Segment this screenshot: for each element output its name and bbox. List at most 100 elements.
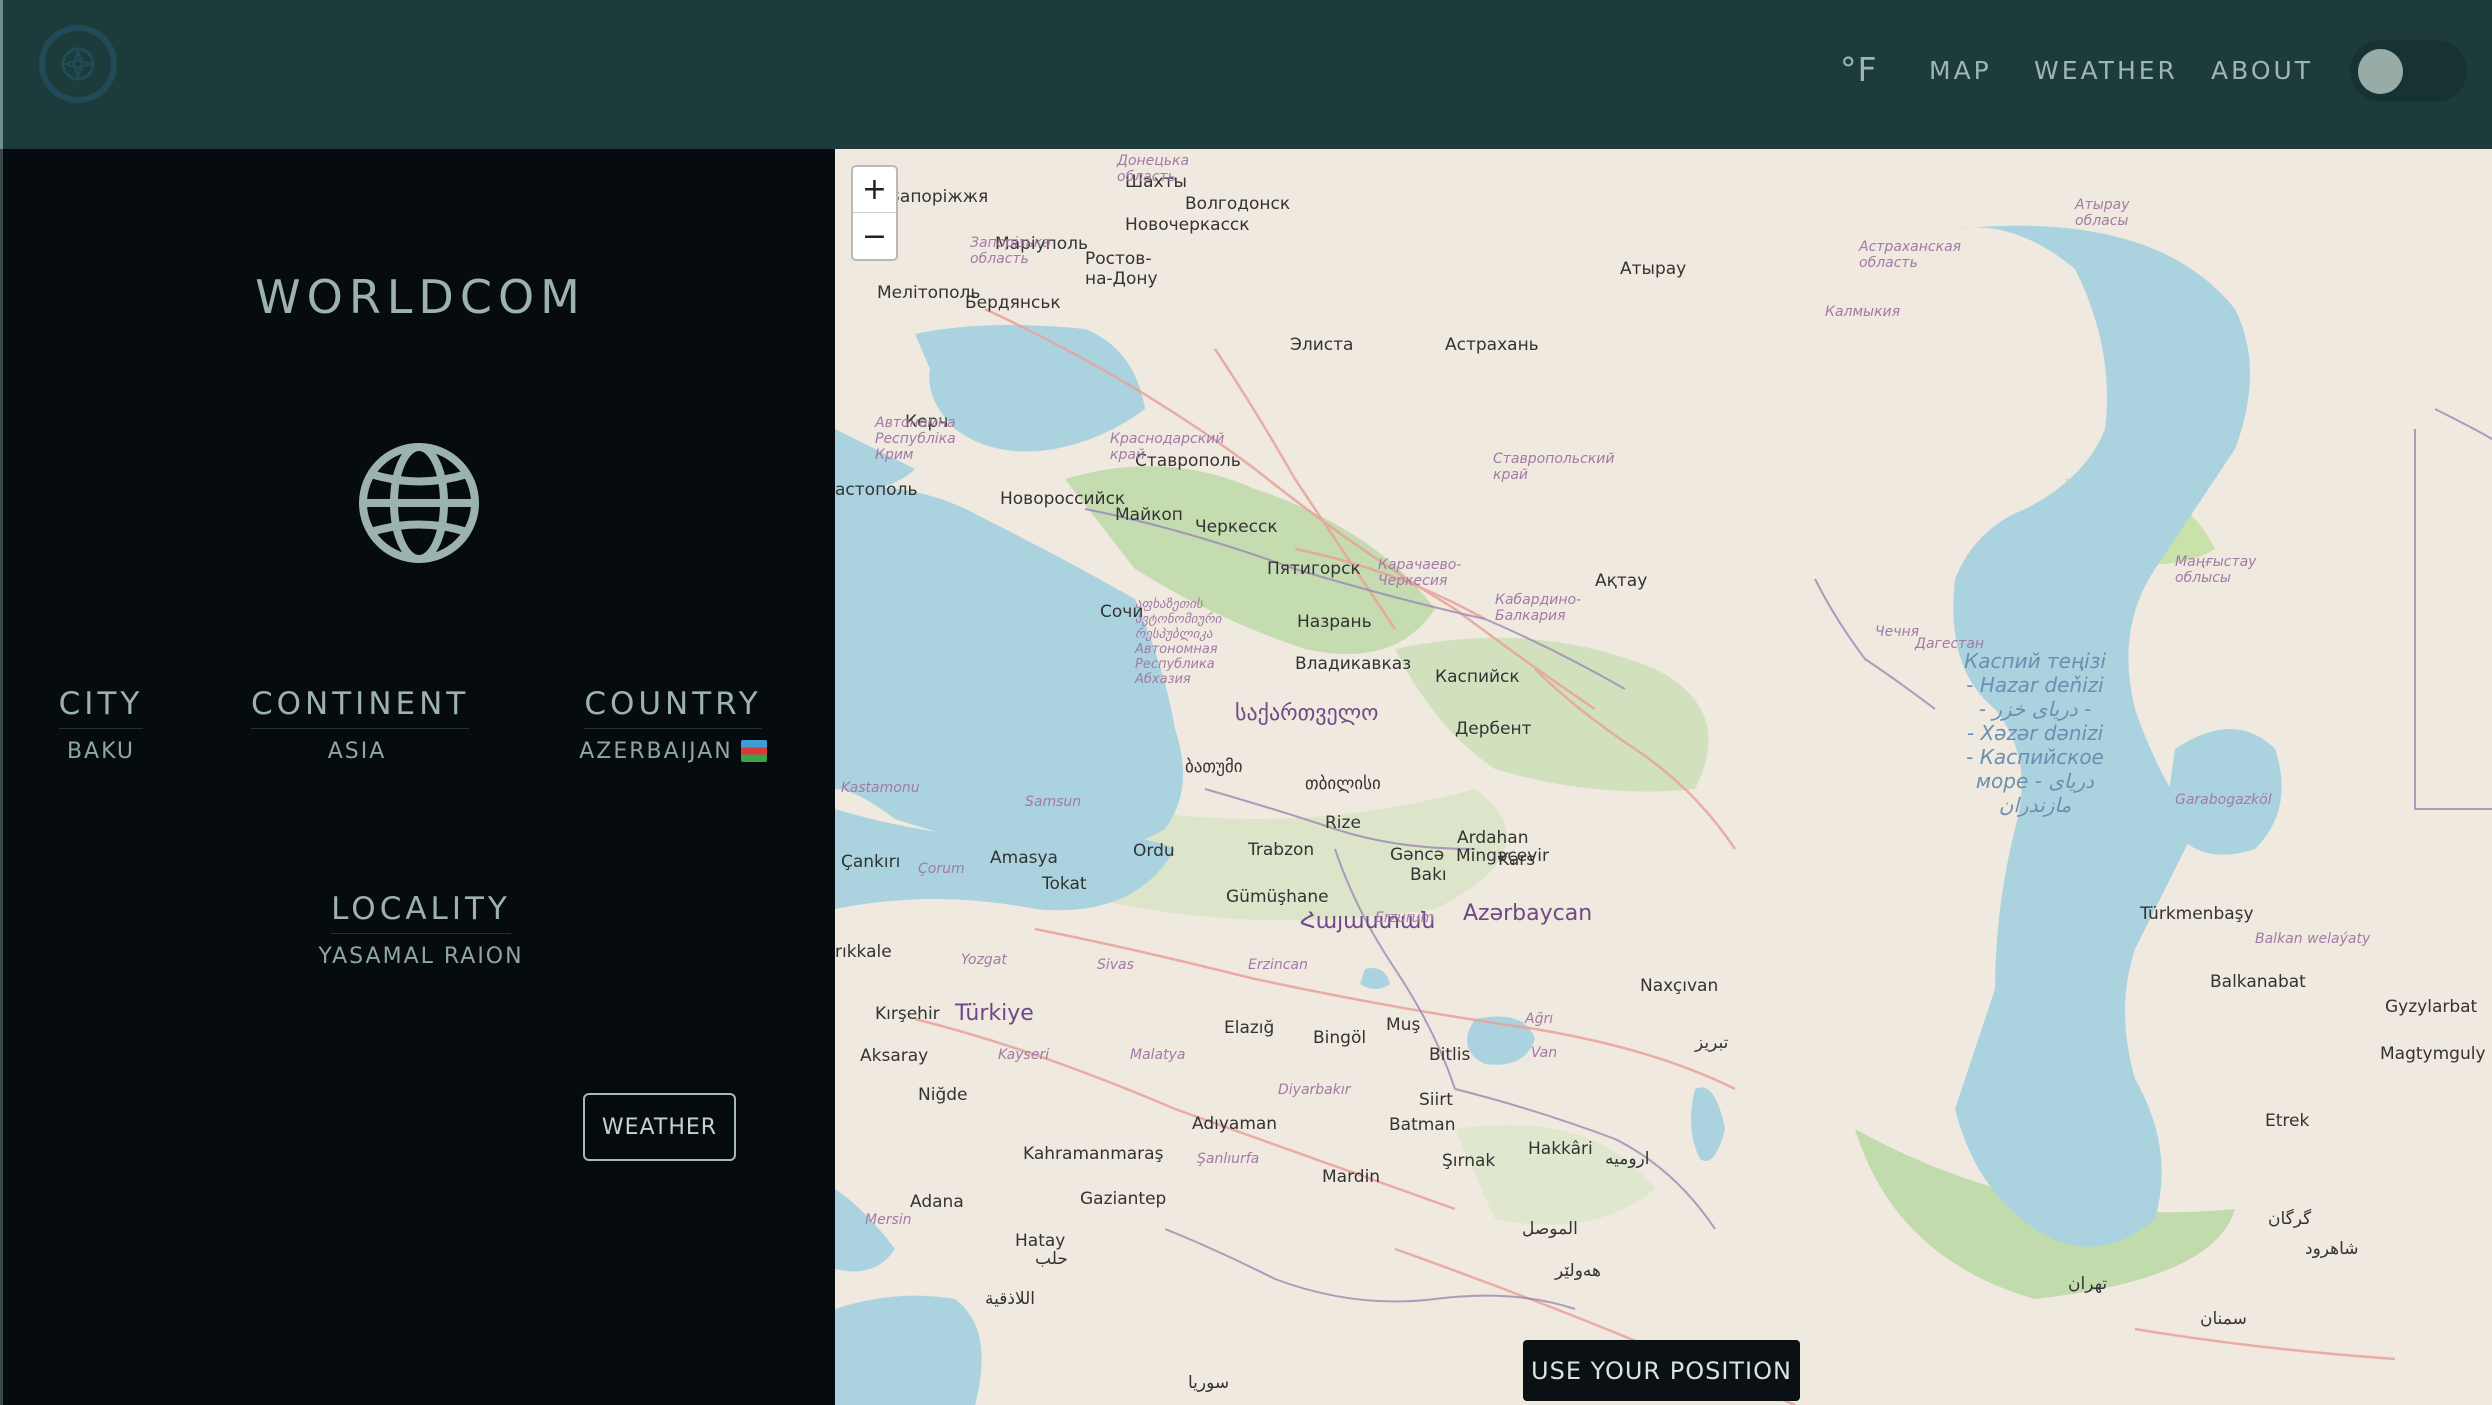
city-label: CITY — [58, 686, 144, 729]
theme-toggle[interactable] — [2350, 40, 2467, 102]
map-label-tbilisi: თბილისი — [1305, 774, 1381, 794]
map-label-adana: Adana — [910, 1192, 964, 1212]
map-label-erbil: ھەولێر — [1555, 1261, 1601, 1281]
locality-label: LOCALITY — [331, 891, 511, 934]
locality-value: YASAMAL RAION — [318, 944, 524, 969]
map-label-caspian: Каспий теңізі - Hazar deňizi - دریای خزر… — [1964, 649, 2106, 817]
map-label-shahrud: شاهرود — [2305, 1239, 2359, 1259]
map-label-gaziantep: Gaziantep — [1080, 1189, 1167, 1209]
map-label-agri: Ağrı — [1525, 1011, 1554, 1027]
map-background — [835, 149, 2492, 1405]
map-label-diyarbakir: Diyarbakır — [1278, 1082, 1351, 1098]
nav-about[interactable]: ABOUT — [2211, 56, 2313, 85]
map-label-malatya: Malatya — [1130, 1047, 1186, 1063]
nav-map[interactable]: MAP — [1929, 56, 1992, 85]
map-label-atyrau-obl: Атырау обласы — [2075, 197, 2130, 229]
brand-title: WORLDCOM — [255, 270, 586, 324]
zoom-out-button[interactable]: − — [853, 213, 896, 259]
map-label-corum: Çorum — [918, 861, 965, 877]
map-label-rostov: Ростов-на-Дону — [1085, 249, 1158, 289]
map-label-cherkessk: Черкесск — [1195, 517, 1278, 537]
map-label-hakkari: Hakkâri — [1528, 1139, 1593, 1159]
map-label-volgodonsk: Волгодонск — [1185, 194, 1291, 214]
map-label-trabzon: Trabzon — [1248, 840, 1315, 860]
map-label-pyatigorsk: Пятигорск — [1267, 559, 1361, 579]
map-label-zaporizhzhia-obl: Запорізька область — [970, 235, 1051, 267]
map-label-astrakhan-obl: Астраханская область — [1859, 239, 1962, 271]
map-label-hatay: Hatay — [1015, 1231, 1066, 1251]
country-value: AZERBAIJAN — [579, 739, 733, 764]
map-label-erzincan: Erzincan — [1248, 957, 1308, 973]
map-label-balkan-welayaty: Balkan welaýaty — [2255, 931, 2371, 947]
toggle-knob — [2358, 49, 2403, 94]
nav-weather[interactable]: WEATHER — [2034, 56, 2178, 85]
map-label-cankiri: Çankırı — [841, 852, 901, 872]
map-label-maykop: Майкоп — [1115, 505, 1183, 525]
azerbaijan-flag-icon — [740, 740, 767, 762]
map-label-melitopol: Мелітополь — [877, 283, 981, 303]
logo[interactable] — [39, 25, 117, 103]
map-label-rize: Rize — [1325, 813, 1361, 833]
map-label-gorgan: گرگان — [2268, 1209, 2312, 1229]
map-label-batman: Batman — [1389, 1115, 1456, 1135]
map-label-tabriz: تبریز — [1695, 1033, 1729, 1053]
map-label-siirt: Siirt — [1419, 1090, 1453, 1110]
continent-field: CONTINENT ASIA — [251, 686, 470, 764]
map-label-kbr: Кабардино- Балкария — [1495, 592, 1582, 624]
map-label-kchr: Карачаево- Черкесия — [1378, 557, 1462, 589]
map-label-dagestan: Дагестан — [1915, 636, 1985, 652]
globe-icon — [359, 443, 479, 563]
map-label-van: Van — [1531, 1045, 1558, 1061]
map-label-sirnak: Şırnak — [1442, 1151, 1496, 1171]
use-position-button[interactable]: USE YOUR POSITION — [1523, 1340, 1800, 1401]
map-label-zaporizhzhia: Запоріжжя — [889, 187, 989, 207]
map-label-mosul: الموصل — [1522, 1219, 1578, 1239]
map-label-batumi: ბათუმი — [1185, 757, 1243, 777]
map-label-etrek: Etrek — [2265, 1111, 2310, 1131]
map-label-novocherkassk: Новочеркасск — [1125, 215, 1250, 235]
map-label-gyzylarbat: Gyzylarbat — [2385, 997, 2478, 1017]
weather-button[interactable]: WEATHER — [583, 1093, 736, 1161]
map-label-magtymguly: Magtymguly — [2380, 1044, 2486, 1064]
continent-label: CONTINENT — [251, 686, 470, 729]
map-label-aktau: Ақтау — [1595, 571, 1648, 591]
location-sidebar: WORLDCOM CITY BAKU CONTINENT ASIA COUNTR… — [0, 149, 835, 1405]
map-label-ganca: Gəncə — [1390, 845, 1445, 865]
country-field: COUNTRY AZERBAIJAN — [563, 686, 783, 764]
zoom-in-button[interactable]: + — [853, 167, 896, 213]
map-label-tehran: تهران — [2068, 1274, 2108, 1294]
map-label-novorossiysk: Новороссийск — [1000, 489, 1126, 509]
map-label-ordu: Ordu — [1133, 841, 1175, 861]
map-label-kaspiysk: Каспийск — [1435, 667, 1520, 687]
map-label-kirsehir: Kırşehir — [875, 1004, 940, 1024]
map-label-erzurum: Erzurum — [1375, 910, 1435, 926]
map-label-donetsk-obl: Донецька область — [1117, 153, 1190, 185]
map-label-adiyaman: Adıyaman — [1192, 1114, 1278, 1134]
map-label-azerbaijan: Azərbaycan — [1463, 901, 1593, 926]
country-value-row: AZERBAIJAN — [563, 739, 783, 764]
map-label-kirikkale: rıkkale — [835, 942, 892, 962]
map-label-stavropol-krai: Ставропольский край — [1493, 451, 1615, 483]
map-label-sevastopol: астополь — [835, 480, 918, 500]
map-label-halab: حلب — [1035, 1249, 1068, 1269]
map-view[interactable]: Запоріжжя Маріуполь Ростов-на-Дону Волго… — [835, 149, 2492, 1405]
map-label-yozgat: Yozgat — [961, 952, 1007, 968]
map-label-turkmenbasy: Türkmenbaşy — [2140, 904, 2254, 924]
map-label-suriya: سوريا — [1188, 1373, 1230, 1393]
locality-field: LOCALITY YASAMAL RAION — [286, 891, 556, 969]
map-label-derbent: Дербент — [1455, 719, 1532, 739]
map-label-ardahan: Ardahan — [1457, 828, 1529, 848]
map-label-krasnodar-krai: Краснодарский край — [1110, 431, 1225, 463]
top-navbar: °F MAP WEATHER ABOUT — [0, 0, 2492, 149]
map-label-kastamonu: Kastamonu — [841, 780, 920, 796]
compass-icon — [61, 45, 95, 83]
city-field: CITY BAKU — [43, 686, 159, 764]
map-label-abkhazia: აფხაზეთის ავტონომიური რესპუბლიკა Автоном… — [1135, 597, 1222, 687]
map-label-garabogazkol: Garabogazköl — [2175, 792, 2272, 808]
map-label-sivas: Sivas — [1097, 957, 1134, 973]
unit-toggle-button[interactable]: °F — [1840, 50, 1877, 89]
map-label-tokat: Tokat — [1042, 874, 1087, 894]
map-label-elazig: Elazığ — [1224, 1018, 1275, 1038]
map-label-bingol: Bingöl — [1313, 1028, 1367, 1048]
map-label-baku: Bakı — [1410, 865, 1447, 885]
